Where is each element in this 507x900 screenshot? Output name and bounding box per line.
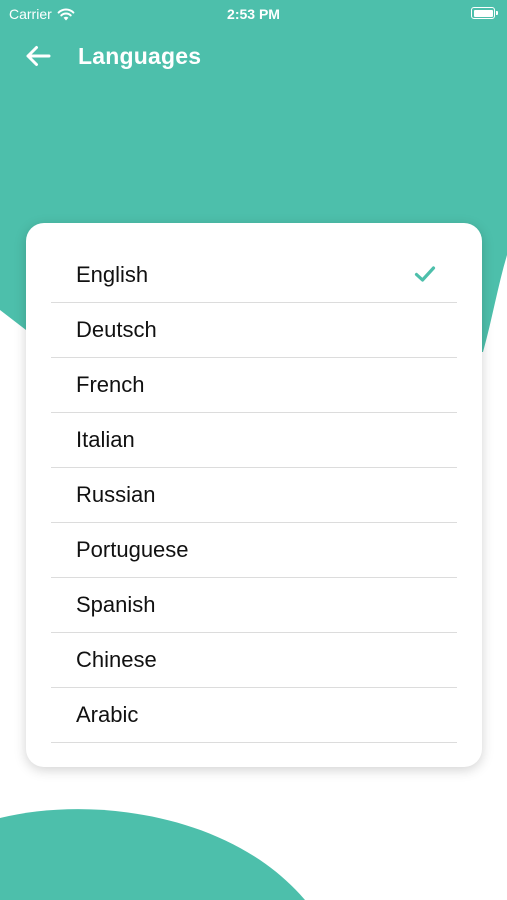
back-button[interactable] <box>20 38 56 74</box>
battery-icon <box>471 7 498 19</box>
page-title: Languages <box>78 43 202 69</box>
language-card: English Deutsch French Italian Russian P… <box>26 223 482 767</box>
language-label: Portuguese <box>76 537 189 562</box>
language-label: Chinese <box>76 647 157 672</box>
arrow-left-icon <box>26 46 51 66</box>
language-label: Russian <box>76 482 156 507</box>
language-label: Spanish <box>76 592 156 617</box>
language-label: Italian <box>76 427 135 452</box>
language-item-french[interactable]: French <box>51 358 457 413</box>
language-list: English Deutsch French Italian Russian P… <box>51 248 457 743</box>
language-label: English <box>76 262 149 287</box>
language-item-russian[interactable]: Russian <box>51 468 457 523</box>
language-item-deutsch[interactable]: Deutsch <box>51 303 457 358</box>
language-label: Arabic <box>76 702 139 727</box>
status-bar: Carrier 2:53 PM <box>0 0 507 28</box>
language-item-english[interactable]: English <box>51 248 457 303</box>
language-item-spanish[interactable]: Spanish <box>51 578 457 633</box>
status-time: 2:53 PM <box>227 6 280 22</box>
language-item-chinese[interactable]: Chinese <box>51 633 457 688</box>
language-item-portuguese[interactable]: Portuguese <box>51 523 457 578</box>
language-label: Deutsch <box>76 317 157 342</box>
checkmark-icon <box>414 266 436 282</box>
language-label: French <box>76 372 145 397</box>
language-item-italian[interactable]: Italian <box>51 413 457 468</box>
nav-bar: Languages <box>0 34 507 78</box>
language-item-arabic[interactable]: Arabic <box>51 688 457 743</box>
